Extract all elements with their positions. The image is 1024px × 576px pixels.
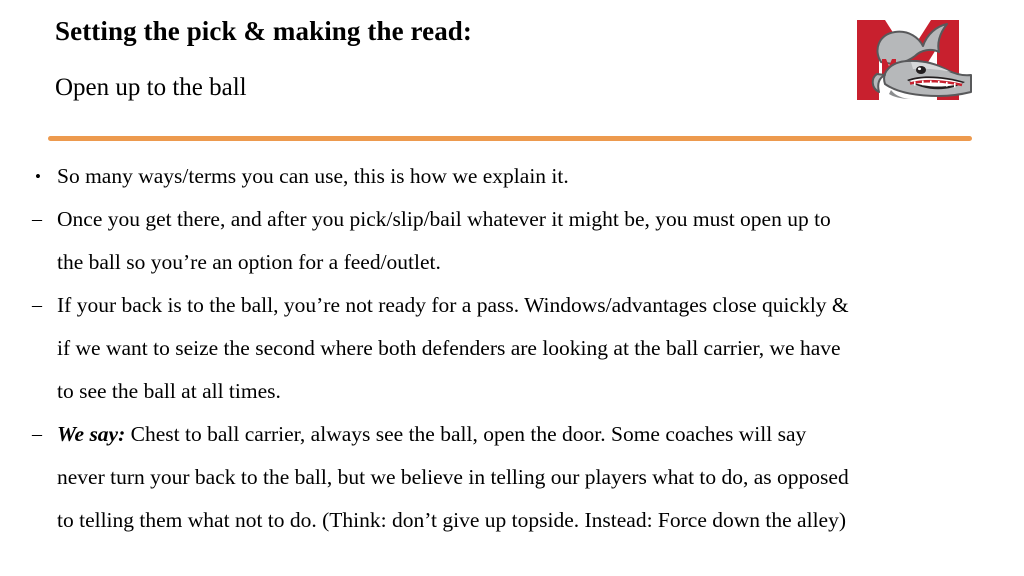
bullet-dash-icon: – xyxy=(32,423,42,445)
list-item-line: if we want to seize the second where bot… xyxy=(57,336,841,360)
mascot-logo-graphic xyxy=(857,20,972,100)
list-item: – We say: Chest to ball carrier, always s… xyxy=(30,413,1014,542)
list-item-line: So many ways/terms you can use, this is … xyxy=(57,164,569,188)
list-item: – If your back is to the ball, you’re not… xyxy=(30,284,1014,413)
content-list: • So many ways/terms you can use, this is… xyxy=(30,155,1014,542)
mascot-logo xyxy=(851,12,987,108)
bullet-dot-icon: • xyxy=(35,167,41,186)
list-item: – Once you get there, and after you pick/… xyxy=(30,198,1014,284)
divider xyxy=(48,136,972,141)
page-title: Setting the pick & making the read: xyxy=(55,16,473,46)
list-item-line: to see the ball at all times. xyxy=(57,379,281,403)
shark-eye xyxy=(916,66,926,74)
list-item-line: to telling them what not to do. (Think: … xyxy=(57,508,846,532)
list-item: • So many ways/terms you can use, this is… xyxy=(30,155,1014,198)
emphasis-text: We say: xyxy=(57,422,126,446)
list-item-line: If your back is to the ball, you’re not … xyxy=(57,293,849,317)
list-item-line: We say: Chest to ball carrier, always se… xyxy=(57,413,1014,456)
bullet-dash-icon: – xyxy=(32,294,42,316)
list-item-line: the ball so you’re an option for a feed/… xyxy=(57,250,441,274)
page-subtitle: Open up to the ball xyxy=(55,74,247,101)
list-item-line: never turn your back to the ball, but we… xyxy=(57,465,849,489)
list-item-text: Chest to ball carrier, always see the ba… xyxy=(125,422,807,446)
list-item-line: Once you get there, and after you pick/s… xyxy=(57,207,831,231)
bullet-dash-icon: – xyxy=(32,208,42,230)
